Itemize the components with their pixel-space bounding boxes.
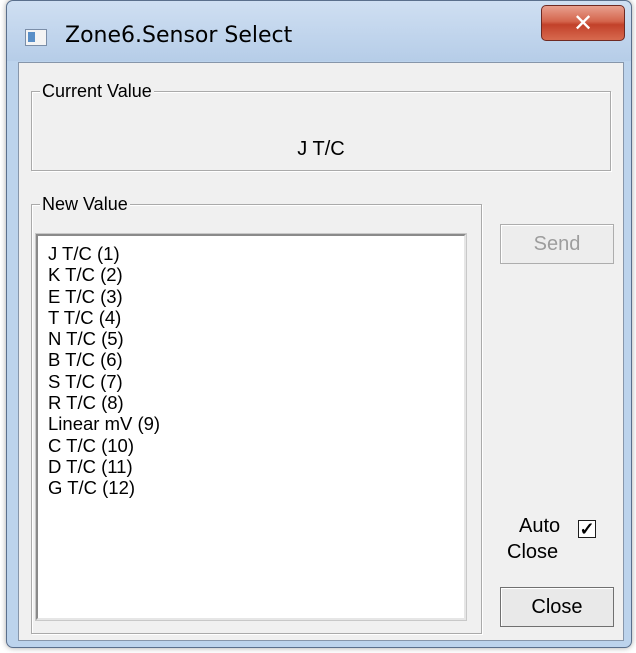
close-x-icon: ✕ [572,9,594,37]
sensor-type-listbox[interactable]: J T/C (1) K T/C (2) E T/C (3) T T/C (4) N T/… [35,233,467,621]
app-icon[interactable] [25,29,47,46]
close-button-label: Close [531,596,583,618]
close-button[interactable]: Close [500,587,614,627]
list-item[interactable]: G T/C (12) [48,477,464,498]
list-item[interactable]: E T/C (3) [48,286,464,307]
new-value-label: New Value [40,192,130,216]
title-bar[interactable]: Zone6.Sensor Select ✕ [7,1,631,61]
auto-close-label-line1: Auto [519,515,561,537]
list-item[interactable]: Linear mV (9) [48,413,464,434]
list-item[interactable]: C T/C (10) [48,435,464,456]
current-value-display: J T/C [297,138,345,160]
list-item[interactable]: N T/C (5) [48,328,464,349]
current-value-group: Current Value J T/C [31,79,611,171]
list-item[interactable]: K T/C (2) [48,264,464,285]
send-button[interactable]: Send [500,224,614,264]
window-title: Zone6.Sensor Select [65,23,293,48]
current-value-label: Current Value [40,79,154,103]
list-item[interactable]: T T/C (4) [48,307,464,328]
close-window-button[interactable]: ✕ [541,5,625,41]
checkmark-icon: ✓ [579,519,595,539]
listbox-items: J T/C (1) K T/C (2) E T/C (3) T T/C (4) N T/… [38,236,464,499]
list-item[interactable]: R T/C (8) [48,392,464,413]
list-item[interactable]: S T/C (7) [48,371,464,392]
auto-close-label-line2: Close [507,541,559,563]
list-item[interactable]: J T/C (1) [48,243,464,264]
list-item[interactable]: D T/C (11) [48,456,464,477]
send-button-label: Send [533,233,581,255]
auto-close-checkbox[interactable]: ✓ [578,520,596,538]
list-item[interactable]: B T/C (6) [48,349,464,370]
